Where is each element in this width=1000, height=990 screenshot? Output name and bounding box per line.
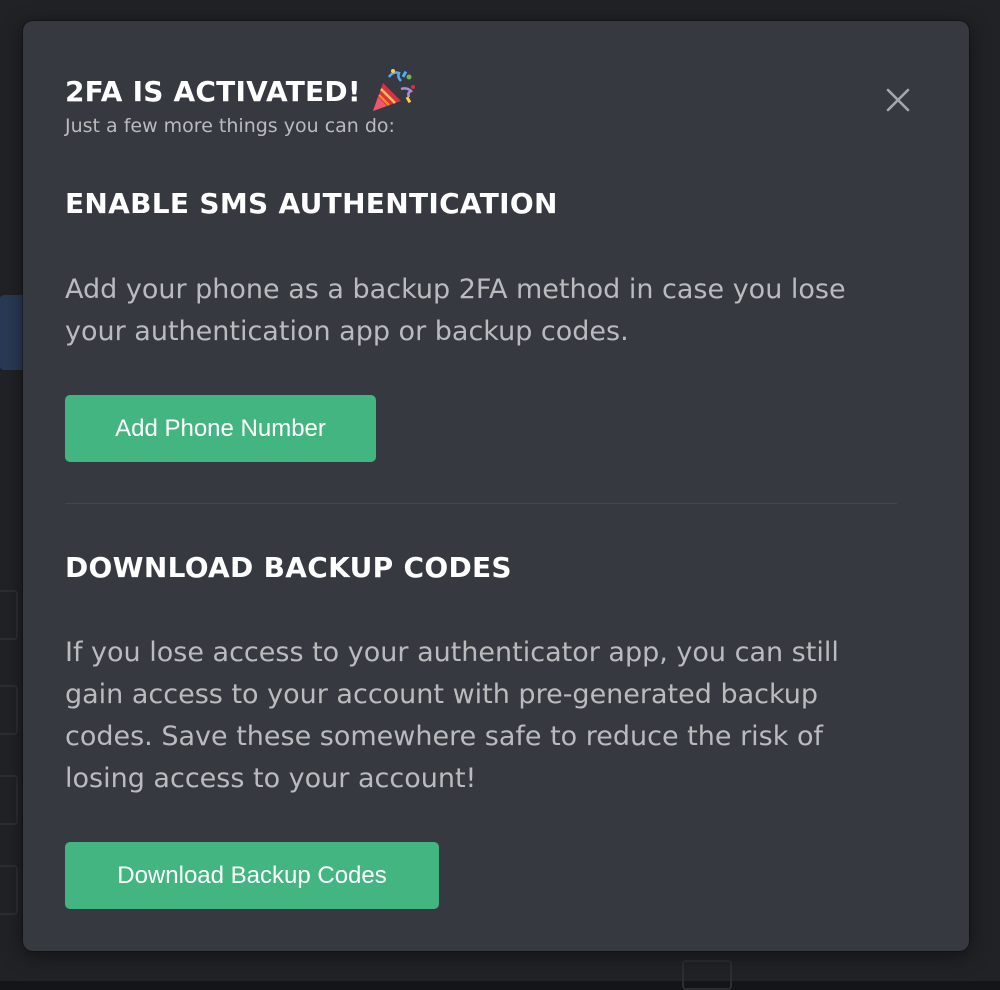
modal-subtitle: Just a few more things you can do:: [65, 115, 395, 137]
two-factor-activated-modal: 2FA IS ACTIVATED! Just a few more things…: [23, 21, 969, 951]
add-phone-number-button[interactable]: Add Phone Number: [65, 395, 376, 462]
backup-section-heading: DOWNLOAD BACKUP CODES: [65, 551, 512, 584]
close-icon[interactable]: [883, 85, 913, 115]
party-popper-icon: [372, 69, 415, 111]
section-divider: [65, 503, 897, 504]
background-input: [0, 865, 18, 915]
background-input: [682, 960, 732, 990]
modal-title: 2FA IS ACTIVATED!: [65, 74, 361, 108]
background-input: [0, 590, 18, 640]
backup-section-description: If you lose access to your authenticator…: [65, 637, 839, 794]
sms-section-heading: ENABLE SMS AUTHENTICATION: [65, 187, 558, 220]
background-input: [0, 685, 18, 735]
modal-header: 2FA IS ACTIVATED!: [65, 67, 417, 115]
download-backup-codes-button[interactable]: Download Backup Codes: [65, 842, 439, 909]
background-input: [0, 775, 18, 825]
sms-section-description: Add your phone as a backup 2FA method in…: [65, 274, 846, 347]
